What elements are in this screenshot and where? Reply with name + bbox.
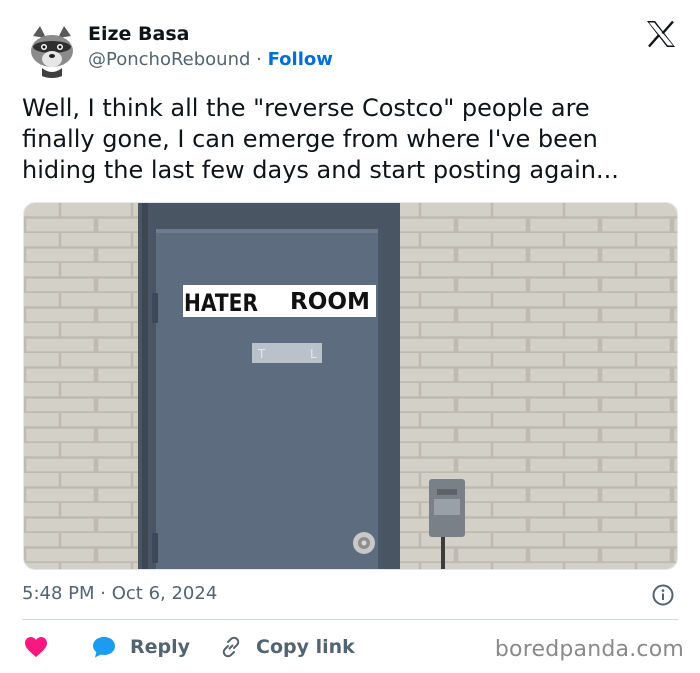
raccoon-avatar-icon [24,22,80,78]
heart-icon[interactable] [24,636,48,658]
author-display-name[interactable]: Eize Basa [88,23,190,45]
info-icon[interactable] [652,584,674,606]
sign-word-room: ROOM [290,289,370,315]
handle-separator: · [256,49,262,70]
divider [22,619,678,620]
tweet-date: Oct 6, 2024 [111,583,218,604]
sign-word-hater: HATER [184,289,258,317]
x-logo-icon[interactable] [646,20,676,48]
follow-link[interactable]: Follow [268,49,333,70]
boredpanda-watermark: boredpanda.com [494,637,684,662]
avatar[interactable] [24,22,80,78]
reply-label: Reply [130,636,191,658]
link-icon [222,636,240,658]
tweet-actions: Reply Copy link [24,634,355,660]
copy-link-button[interactable]: Copy link [190,636,355,658]
door [156,229,382,569]
author-handle-row: @PonchoRebound · Follow [88,49,333,70]
small-sign-right-letter: L [310,347,317,361]
tweet-timestamp[interactable]: 5:48 PM · Oct 6, 2024 [22,583,217,604]
tweet-photo[interactable]: HATER ROOM T L [23,202,678,570]
copy-link-label: Copy link [256,636,355,658]
author-handle[interactable]: @PonchoRebound [88,49,250,70]
speech-bubble-icon [93,637,115,658]
hater-room-door-photo: HATER ROOM T L [24,203,677,569]
tweet-time: 5:48 PM [22,583,95,604]
small-sign-left-letter: T [257,347,266,361]
tweet-text: Well, I think all the "reverse Costco" p… [22,94,619,184]
timestamp-separator: · [100,583,106,604]
reply-button[interactable]: Reply [48,636,190,658]
